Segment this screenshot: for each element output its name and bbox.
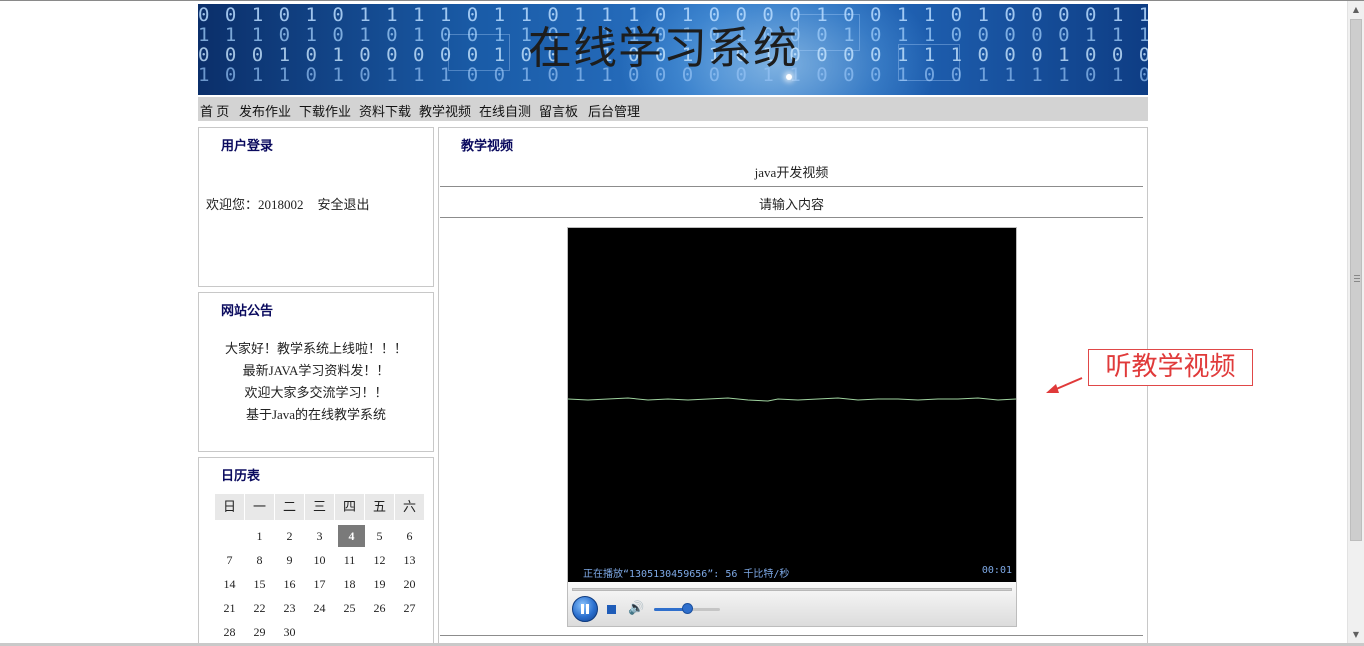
notice-panel: 网站公告 大家好！教学系统上线啦！！！ 最新JAVA学习资料发！！ 欢迎大家多交… bbox=[198, 292, 434, 452]
scrollbar-grip-icon bbox=[1354, 275, 1360, 282]
calendar-day[interactable]: 21 bbox=[215, 597, 244, 619]
calendar-day[interactable]: 11 bbox=[335, 549, 364, 571]
scroll-down-icon[interactable]: ▼ bbox=[1348, 626, 1364, 643]
calendar-day[interactable]: 16 bbox=[275, 573, 304, 595]
calendar-day[interactable]: 10 bbox=[305, 549, 334, 571]
annotation-label: 听教学视频 bbox=[1088, 349, 1253, 386]
media-player[interactable]: 正在播放“1305130459656”: 56 千比特/秒 00:01 🔊 bbox=[567, 227, 1017, 627]
calendar-day[interactable]: 29 bbox=[245, 621, 274, 643]
scrollbar-thumb[interactable] bbox=[1350, 19, 1362, 541]
banner-hex-shape bbox=[898, 44, 960, 81]
nav-item-materials-download[interactable]: 资料下载 bbox=[359, 101, 411, 120]
divider bbox=[440, 217, 1143, 218]
notice-panel-title: 网站公告 bbox=[221, 303, 274, 318]
calendar-day[interactable]: 6 bbox=[395, 525, 424, 547]
calendar-panel: 日历表 日一二三四五六 1 2 3 4 5 6 7 8 9 10 11 12 13 14 15 16 17 18 19… bbox=[198, 457, 434, 646]
pause-button[interactable] bbox=[572, 596, 598, 622]
login-panel: 用户登录 欢迎您：2018002 安全退出 bbox=[198, 127, 434, 287]
calendar-weekday-header: 日 bbox=[215, 494, 244, 520]
stop-button[interactable] bbox=[607, 605, 616, 614]
calendar-weekday-header: 一 bbox=[245, 494, 274, 520]
video-title: java开发视频 bbox=[754, 165, 829, 180]
logout-link[interactable]: 安全退出 bbox=[318, 197, 370, 212]
nav-item-teaching-video[interactable]: 教学视频 bbox=[419, 101, 471, 120]
notice-item[interactable]: 最新JAVA学习资料发！！ bbox=[199, 360, 433, 379]
volume-knob[interactable] bbox=[682, 603, 693, 614]
banner-hex-shape bbox=[448, 34, 510, 71]
nav-item-message-board[interactable]: 留言板 bbox=[539, 101, 578, 120]
main-panel-title: 教学视频 bbox=[461, 138, 514, 153]
calendar-day[interactable]: 5 bbox=[365, 525, 394, 547]
calendar-panel-title: 日历表 bbox=[221, 468, 261, 483]
calendar-day[interactable]: 24 bbox=[305, 597, 334, 619]
notice-item[interactable]: 基于Java的在线教学系统 bbox=[199, 404, 433, 423]
main-nav: 首 页 发布作业 下载作业 资料下载 教学视频 在线自测 留言板 后台管理 bbox=[198, 97, 1148, 121]
calendar-day-today[interactable]: 4 bbox=[338, 525, 365, 547]
video-screen[interactable]: 正在播放“1305130459656”: 56 千比特/秒 00:01 bbox=[568, 228, 1016, 582]
calendar-day[interactable]: 7 bbox=[215, 549, 244, 571]
divider bbox=[440, 635, 1143, 636]
annotation-arrow bbox=[1046, 377, 1083, 393]
nav-item-download-homework[interactable]: 下载作业 bbox=[299, 101, 351, 120]
banner-hex-shape bbox=[798, 14, 860, 51]
calendar-day[interactable]: 14 bbox=[215, 573, 244, 595]
window-top-border bbox=[0, 0, 1364, 1]
playback-status: 正在播放“1305130459656”: 56 千比特/秒 bbox=[583, 569, 790, 580]
video-description: 请输入内容 bbox=[758, 197, 824, 212]
playback-time: 00:01 bbox=[981, 565, 1012, 576]
vertical-scrollbar[interactable]: ▲ ▼ bbox=[1347, 1, 1364, 643]
calendar-weekday-header: 二 bbox=[275, 494, 304, 520]
audio-waveform bbox=[568, 397, 1016, 402]
calendar-weekday-header: 四 bbox=[335, 494, 364, 520]
notice-item[interactable]: 欢迎大家多交流学习！！ bbox=[199, 382, 433, 401]
calendar-day[interactable]: 3 bbox=[305, 525, 334, 547]
calendar-day[interactable]: 12 bbox=[365, 549, 394, 571]
nav-item-home[interactable]: 首 页 bbox=[200, 101, 229, 120]
calendar-day[interactable]: 25 bbox=[335, 597, 364, 619]
welcome-user-text: 欢迎您：2018002 bbox=[206, 197, 304, 212]
nav-item-publish-homework[interactable]: 发布作业 bbox=[239, 101, 291, 120]
site-title: 在线学习系统 bbox=[528, 23, 798, 74]
volume-icon[interactable]: 🔊 bbox=[628, 601, 644, 616]
calendar-weekday-header: 三 bbox=[305, 494, 334, 520]
calendar-day[interactable]: 23 bbox=[275, 597, 304, 619]
calendar-day[interactable]: 17 bbox=[305, 573, 334, 595]
calendar-day[interactable]: 1 bbox=[245, 525, 274, 547]
calendar-day[interactable]: 18 bbox=[335, 573, 364, 595]
calendar-weekday-header: 五 bbox=[365, 494, 394, 520]
nav-item-online-test[interactable]: 在线自测 bbox=[479, 101, 531, 120]
calendar-day[interactable]: 15 bbox=[245, 573, 274, 595]
calendar-day[interactable]: 30 bbox=[275, 621, 304, 643]
login-status: 欢迎您：2018002 安全退出 bbox=[206, 194, 370, 213]
calendar-day[interactable]: 28 bbox=[215, 621, 244, 643]
calendar-day[interactable]: 2 bbox=[275, 525, 304, 547]
calendar-day[interactable]: 27 bbox=[395, 597, 424, 619]
notice-item[interactable]: 大家好！教学系统上线啦！！！ bbox=[199, 338, 433, 357]
calendar-weekday-header: 六 bbox=[395, 494, 424, 520]
calendar-day[interactable]: 13 bbox=[395, 549, 424, 571]
player-controls: 🔊 bbox=[568, 582, 1016, 626]
waveform-line bbox=[568, 397, 1016, 402]
calendar-day[interactable]: 8 bbox=[245, 549, 274, 571]
calendar-day[interactable]: 22 bbox=[245, 597, 274, 619]
calendar-day[interactable]: 20 bbox=[395, 573, 424, 595]
calendar-day[interactable]: 26 bbox=[365, 597, 394, 619]
divider bbox=[440, 186, 1143, 187]
seek-bar[interactable] bbox=[572, 588, 1012, 591]
calendar-day[interactable]: 9 bbox=[275, 549, 304, 571]
calendar-day[interactable]: 19 bbox=[365, 573, 394, 595]
nav-item-admin[interactable]: 后台管理 bbox=[588, 101, 640, 120]
login-panel-title: 用户登录 bbox=[221, 138, 274, 153]
site-banner: 0 0 1 0 1 0 1 1 1 1 0 1 1 0 1 1 1 0 1 0 … bbox=[198, 4, 1148, 95]
scroll-up-icon[interactable]: ▲ bbox=[1348, 1, 1364, 18]
